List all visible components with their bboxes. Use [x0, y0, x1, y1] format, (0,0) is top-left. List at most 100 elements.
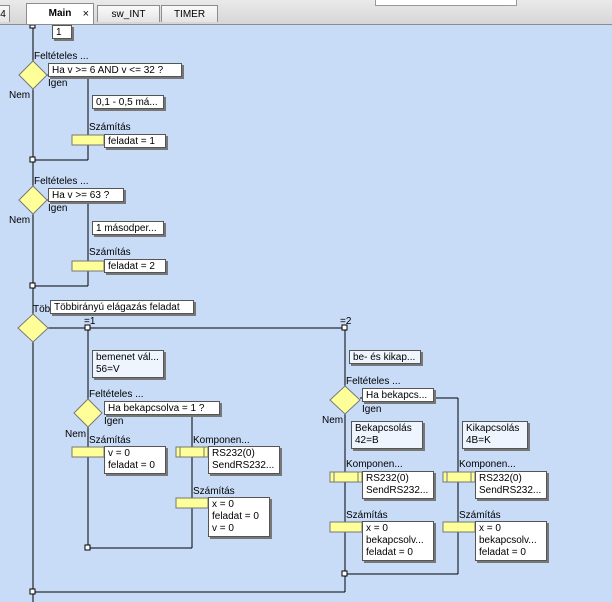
right-calc-b-title: Számítás [459, 510, 501, 521]
right-cond-question[interactable]: Ha bekapcs... [362, 388, 434, 402]
right-yes-comment-line: 4B=K [466, 435, 491, 446]
calc-block-1[interactable] [71, 134, 105, 146]
component-block-right-b[interactable] [442, 471, 476, 483]
tab-sw-int[interactable]: sw_INT [97, 5, 160, 22]
cond2-question[interactable]: Ha v >= 63 ? [48, 188, 124, 202]
cond2-calc-text[interactable]: feladat = 2 [104, 259, 166, 273]
left-calc2-line: x = 0 [212, 499, 234, 510]
left-no-label: Nem [65, 429, 87, 440]
calc-block-2[interactable] [71, 260, 105, 272]
right-yes-label: Igen [362, 404, 382, 415]
right-comp-b-line: SendRS232... [479, 485, 542, 496]
tab-bar: 4 Main × sw_INT TIMER [0, 0, 612, 25]
close-icon[interactable]: × [83, 4, 89, 24]
component-block-left[interactable] [175, 446, 209, 458]
cond2-comment[interactable]: 1 másodper... [92, 221, 164, 235]
left-calc2-title: Számítás [193, 486, 235, 497]
calc-block-left-2[interactable] [175, 497, 209, 509]
right-comp-b-title: Komponen... [459, 459, 516, 470]
cond1-comment-text: 0,1 - 0,5 má... [96, 97, 158, 108]
component-block-right-a[interactable] [329, 471, 363, 483]
left-comp-line: RS232(0) [212, 448, 255, 459]
right-calc-b-line: feladat = 0 [479, 547, 526, 558]
left-comment[interactable]: bemenet vál... 56=V [92, 350, 164, 378]
right-comp-a-text[interactable]: RS232(0) SendRS232... [362, 471, 434, 499]
left-comp-text[interactable]: RS232(0) SendRS232... [208, 446, 280, 474]
left-cond-question[interactable]: Ha bekapcsolva = 1 ? [104, 401, 220, 415]
tab-timer[interactable]: TIMER [161, 5, 218, 22]
left-cond-title: Feltételes ... [89, 389, 144, 400]
right-calc-a-text[interactable]: x = 0 bekapcsolv... feladat = 0 [362, 521, 434, 561]
value-text: 1 [56, 27, 62, 38]
right-no-comment[interactable]: Bekapcsolás 42=B [351, 421, 423, 449]
cond2-question-text: Ha v >= 63 ? [52, 190, 110, 201]
cond1-yes-label: Igen [48, 78, 68, 89]
multi-question-text: Többirányú elágazás feladat [54, 302, 180, 313]
decision-diamond-1[interactable] [18, 60, 48, 90]
left-calc1-line: feladat = 0 [108, 460, 155, 471]
cond1-calc-value: feladat = 1 [108, 136, 155, 147]
right-comp-a-title: Komponen... [346, 459, 403, 470]
right-comment-text: be- és kikap... [353, 352, 416, 363]
right-comment[interactable]: be- és kikap... [349, 350, 421, 364]
left-calc1-text[interactable]: v = 0 feladat = 0 [104, 446, 166, 474]
tab-label: 4 [0, 9, 6, 20]
tab-label: Main [48, 8, 72, 19]
right-no-comment-line: Bekapcsolás [355, 423, 412, 434]
calc-block-left-1[interactable] [71, 446, 105, 458]
left-calc1-line: v = 0 [108, 448, 130, 459]
cond2-yes-label: Igen [48, 203, 68, 214]
cond1-comment[interactable]: 0,1 - 0,5 má... [92, 95, 164, 109]
cond1-question[interactable]: Ha v >= 6 AND v <= 32 ? [48, 63, 182, 77]
left-cond-question-text: Ha bekapcsolva = 1 ? [108, 403, 205, 414]
case2-label: =2 [340, 316, 352, 327]
left-comment-line: 56=V [96, 364, 120, 375]
right-calc-a-line: bekapcsolv... [366, 535, 424, 546]
tab-main[interactable]: Main × [26, 3, 94, 24]
cond1-no-label: Nem [9, 90, 31, 101]
left-calc2-text[interactable]: x = 0 feladat = 0 v = 0 [208, 497, 270, 537]
decision-diamond-2[interactable] [18, 185, 48, 215]
multi-branch-diamond[interactable] [17, 313, 49, 343]
cond1-calc-text[interactable]: feladat = 1 [104, 134, 166, 148]
tab-truncated[interactable]: 4 [0, 5, 10, 22]
right-calc-a-line: feladat = 0 [366, 547, 413, 558]
right-comp-b-text[interactable]: RS232(0) SendRS232... [475, 471, 547, 499]
decision-diamond-left[interactable] [73, 398, 103, 428]
right-calc-b-line: bekapcsolv... [479, 535, 537, 546]
right-calc-a-title: Számítás [346, 510, 388, 521]
right-calc-a-line: x = 0 [366, 523, 388, 534]
cond2-calc-value: feladat = 2 [108, 261, 155, 272]
scroll-indicator [375, 0, 517, 6]
left-calc2-line: feladat = 0 [212, 511, 259, 522]
cond2-calc-title: Számítás [89, 247, 131, 258]
right-calc-b-text[interactable]: x = 0 bekapcsolv... feladat = 0 [475, 521, 547, 561]
right-cond-title: Feltételes ... [346, 376, 401, 387]
right-calc-b-line: x = 0 [479, 523, 501, 534]
left-yes-label: Igen [104, 416, 124, 427]
right-yes-comment[interactable]: Kikapcsolás 4B=K [462, 421, 528, 449]
left-calc2-line: v = 0 [212, 523, 234, 534]
multi-title: Töb [33, 304, 51, 315]
right-no-comment-line: 42=B [355, 435, 379, 446]
right-comp-b-line: RS232(0) [479, 473, 522, 484]
cond1-question-text: Ha v >= 6 AND v <= 32 ? [52, 65, 164, 76]
right-cond-question-text: Ha bekapcs... [366, 390, 428, 401]
cond1-calc-title: Számítás [89, 122, 131, 133]
cond2-no-label: Nem [9, 215, 31, 226]
calc-block-right-a[interactable] [329, 521, 363, 533]
right-yes-comment-line: Kikapcsolás [466, 423, 520, 434]
left-calc1-title: Számítás [89, 435, 131, 446]
tab-label: TIMER [173, 9, 206, 20]
value-box[interactable]: 1 [52, 25, 72, 39]
right-no-label: Nem [322, 415, 344, 426]
decision-diamond-right[interactable] [329, 385, 361, 415]
left-comp-line: SendRS232... [212, 460, 275, 471]
left-comment-line: bemenet vál... [96, 352, 159, 363]
cond2-comment-text: 1 másodper... [96, 223, 157, 234]
multi-question[interactable]: Többirányú elágazás feladat [50, 300, 194, 314]
left-comp-title: Komponen... [193, 435, 250, 446]
calc-block-right-b[interactable] [442, 521, 476, 533]
case1-label: =1 [84, 316, 96, 327]
cond2-title: Feltételes ... [34, 176, 89, 187]
